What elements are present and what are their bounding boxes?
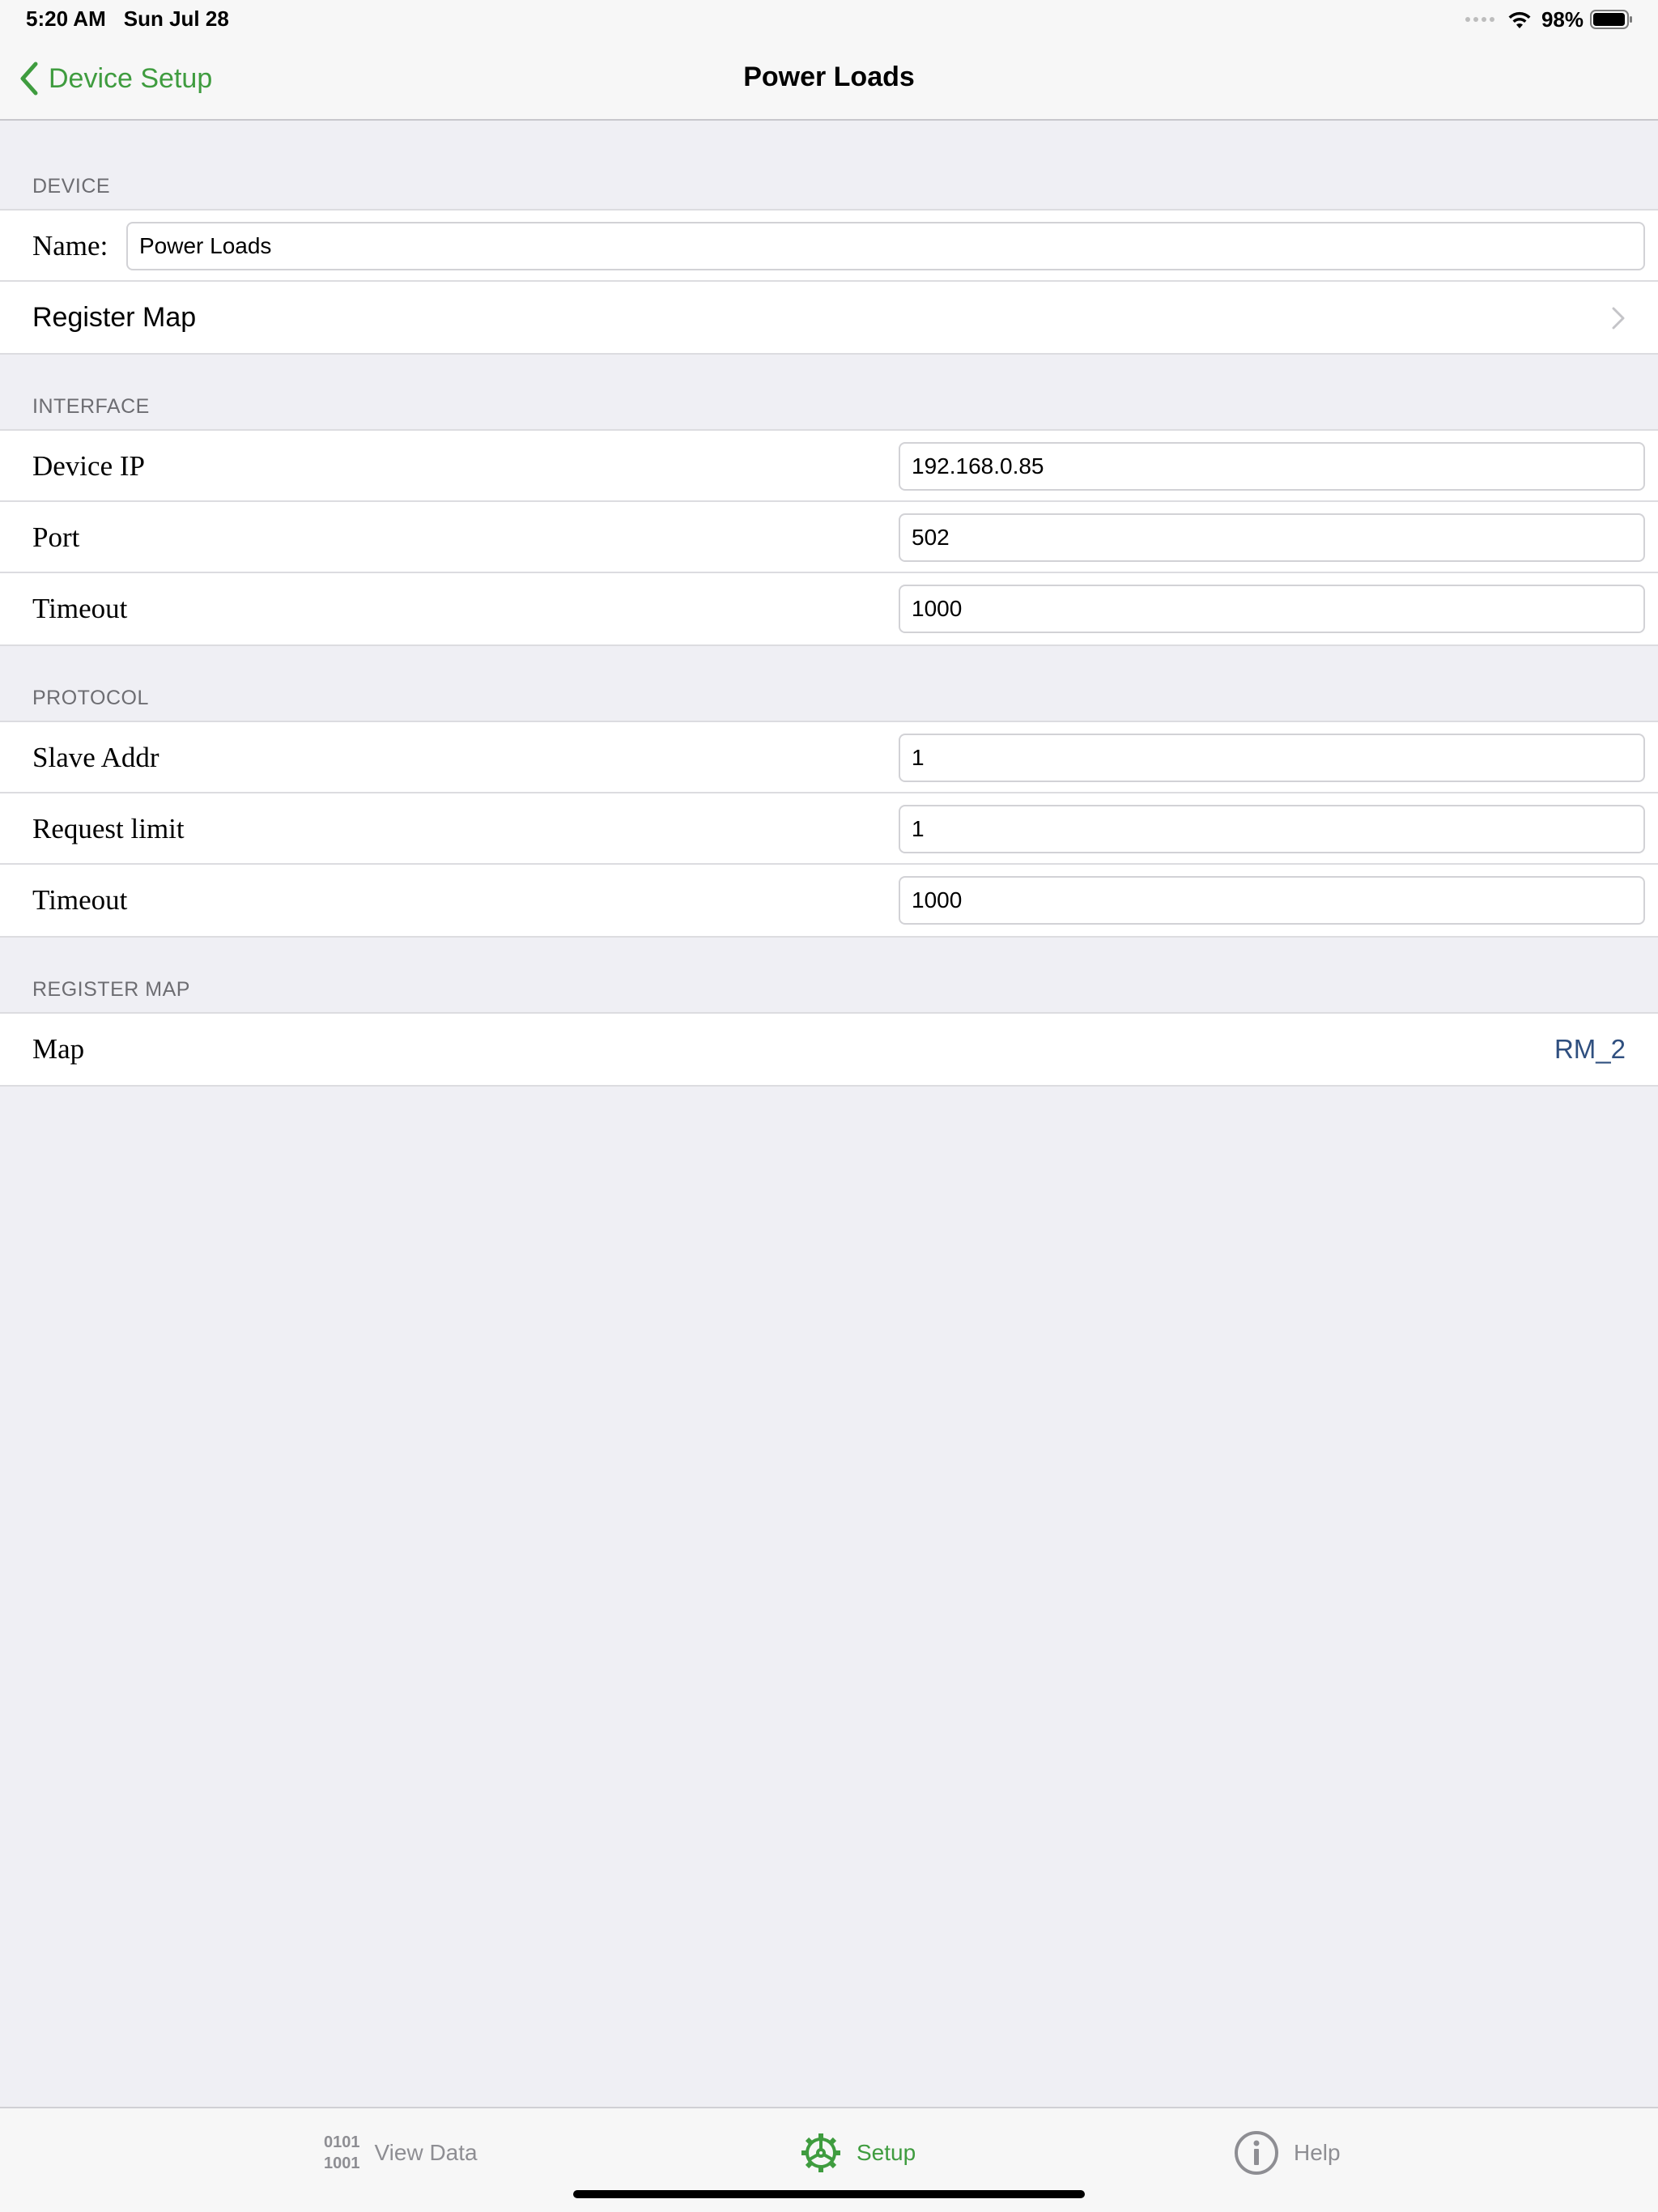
port-field[interactable]: 502 (899, 513, 1645, 562)
register-map-label: Register Map (32, 302, 197, 333)
status-indicators: 98% (1465, 6, 1634, 32)
device-ip-row: Device IP 192.168.0.85 (0, 431, 1658, 502)
request-limit-field[interactable]: 1 (899, 805, 1645, 853)
register-map-row[interactable]: Register Map (0, 282, 1658, 353)
interface-timeout-row: Timeout 1000 (0, 573, 1658, 644)
name-label: Name: (32, 230, 108, 262)
protocol-timeout-label: Timeout (32, 884, 128, 916)
tab-view-data-label: View Data (374, 2140, 478, 2165)
slave-addr-field[interactable]: 1 (899, 734, 1645, 782)
map-row[interactable]: Map RM_2 (0, 1014, 1658, 1085)
status-bar: 5:20 AM Sun Jul 28 98% (0, 0, 1658, 39)
slave-addr-label: Slave Addr (32, 742, 159, 773)
name-field[interactable]: Power Loads (126, 222, 1645, 270)
section-header-register-map: REGISTER MAP (32, 978, 190, 1001)
map-value: RM_2 (1554, 1034, 1626, 1064)
status-date: Sun Jul 28 (123, 6, 229, 31)
tab-view-data[interactable]: 0101 1001 View Data (324, 2125, 478, 2181)
device-ip-label: Device IP (32, 450, 145, 482)
binary-icon-bottom: 1001 (324, 2155, 360, 2172)
register-map-group: Map RM_2 (0, 1012, 1658, 1087)
tab-setup[interactable]: Setup (800, 2125, 916, 2181)
gear-icon (801, 2133, 840, 2172)
section-header-interface: INTERFACE (32, 395, 150, 418)
navigation-bar: Device Setup Power Loads (0, 39, 1658, 121)
cellular-signal-icon (1465, 17, 1494, 22)
protocol-timeout-row: Timeout 1000 (0, 865, 1658, 936)
status-time: 5:20 AM (26, 6, 106, 31)
home-indicator (573, 2190, 1085, 2198)
battery-icon (1590, 10, 1632, 29)
device-ip-field[interactable]: 192.168.0.85 (899, 442, 1645, 491)
info-icon (1235, 2131, 1278, 2175)
binary-icon: 0101 1001 (324, 2132, 360, 2174)
interface-timeout-field[interactable]: 1000 (899, 585, 1645, 633)
map-label: Map (32, 1033, 85, 1065)
protocol-timeout-field[interactable]: 1000 (899, 876, 1645, 925)
tab-help-label: Help (1294, 2140, 1341, 2165)
page-title: Power Loads (743, 62, 915, 92)
interface-group: Device IP 192.168.0.85 Port 502 Timeout … (0, 429, 1658, 646)
port-label: Port (32, 521, 80, 553)
request-limit-row: Request limit 1 (0, 793, 1658, 865)
slave-addr-row: Slave Addr 1 (0, 722, 1658, 793)
tab-setup-label: Setup (857, 2140, 916, 2165)
section-header-device: DEVICE (32, 175, 111, 198)
protocol-group: Slave Addr 1 Request limit 1 Timeout 100… (0, 721, 1658, 938)
device-group: Name: Power Loads Register Map (0, 209, 1658, 355)
tab-help[interactable]: Help (1234, 2125, 1341, 2181)
name-row: Name: Power Loads (0, 211, 1658, 282)
section-header-protocol: PROTOCOL (32, 687, 149, 709)
interface-timeout-label: Timeout (32, 593, 128, 624)
port-row: Port 502 (0, 502, 1658, 573)
wifi-icon (1508, 11, 1531, 28)
request-limit-label: Request limit (32, 813, 185, 844)
chevron-right-icon (1612, 307, 1625, 330)
binary-icon-top: 0101 (324, 2133, 360, 2151)
status-time-date: 5:20 AM Sun Jul 28 (26, 6, 229, 32)
battery-percentage: 98% (1541, 6, 1584, 32)
